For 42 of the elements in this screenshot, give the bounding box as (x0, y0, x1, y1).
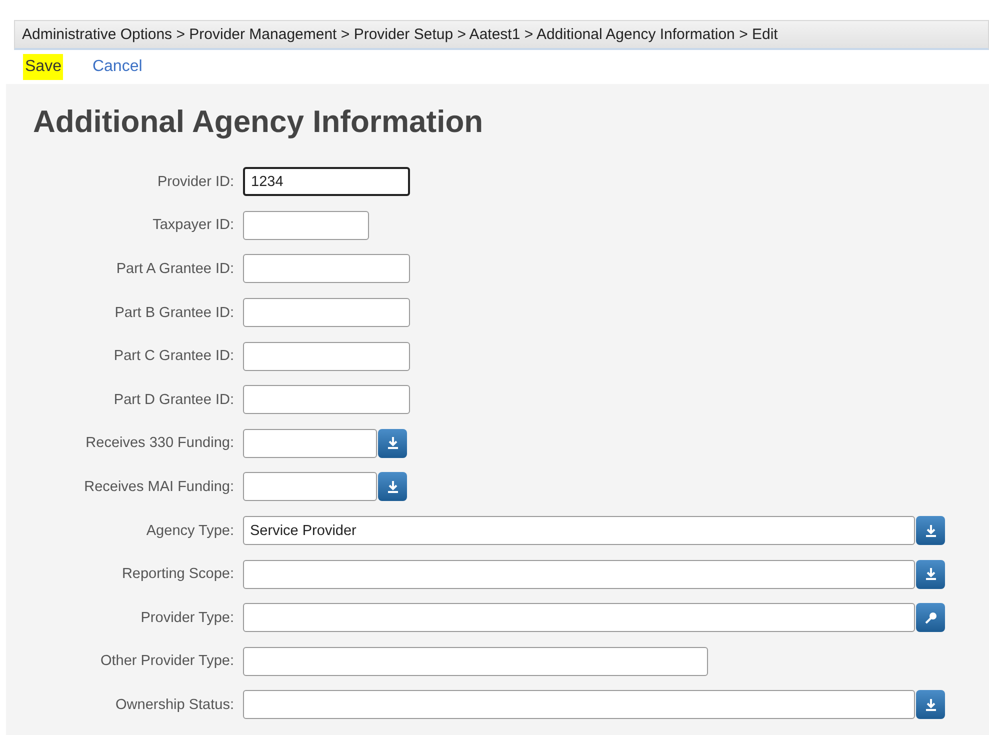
search-icon (924, 610, 938, 625)
input-field[interactable] (243, 210, 369, 240)
dropdown-button[interactable] (378, 472, 407, 502)
dropdown-field[interactable] (243, 560, 915, 589)
input-field[interactable] (243, 342, 410, 371)
field-label: Other Provider Type: (99, 653, 235, 670)
search-button[interactable] (916, 603, 945, 632)
input-field[interactable]: 1234 (243, 167, 410, 196)
input-field[interactable] (243, 385, 410, 414)
download-icon (924, 524, 938, 538)
dropdown-field[interactable] (243, 472, 377, 502)
download-icon (386, 480, 400, 494)
field-label: Taxpayer ID: (152, 217, 235, 234)
field-label: Part B Grantee ID: (114, 304, 235, 321)
input-field[interactable] (243, 646, 708, 676)
field-label: Part A Grantee ID: (115, 260, 235, 277)
dropdown-button[interactable] (916, 560, 945, 589)
field-label: Provider Type: (140, 610, 235, 626)
dropdown-field[interactable]: Service Provider (243, 516, 915, 546)
field-label: Ownership Status: (114, 696, 235, 713)
action-link[interactable]: Save (23, 54, 64, 80)
field-label: Agency Type: (145, 522, 235, 539)
download-icon (924, 698, 938, 712)
field-label: Receives MAI Funding: (83, 478, 235, 495)
field-label: Reporting Scope: (120, 566, 235, 582)
download-icon (386, 436, 400, 450)
lookup-field[interactable] (243, 603, 915, 632)
dropdown-field[interactable] (243, 690, 915, 720)
dropdown-button[interactable] (916, 516, 945, 546)
input-field[interactable] (243, 298, 410, 328)
field-label: Part D Grantee ID: (112, 392, 235, 408)
action-link[interactable]: Cancel (90, 54, 144, 80)
dropdown-button[interactable] (378, 428, 407, 458)
field-label: Part C Grantee ID: (112, 348, 235, 364)
breadcrumb: Administrative Options > Provider Management > Provider Setup > Aatest1 > Additional Agency Information > Edit (14, 20, 989, 50)
page-heading: Additional Agency Information (33, 104, 484, 140)
field-label: Provider ID: (156, 174, 235, 190)
dropdown-button[interactable] (916, 690, 945, 720)
input-field[interactable] (243, 254, 410, 284)
field-label: Receives 330 Funding: (84, 435, 235, 452)
dropdown-field[interactable] (243, 428, 377, 458)
download-icon (924, 567, 938, 582)
